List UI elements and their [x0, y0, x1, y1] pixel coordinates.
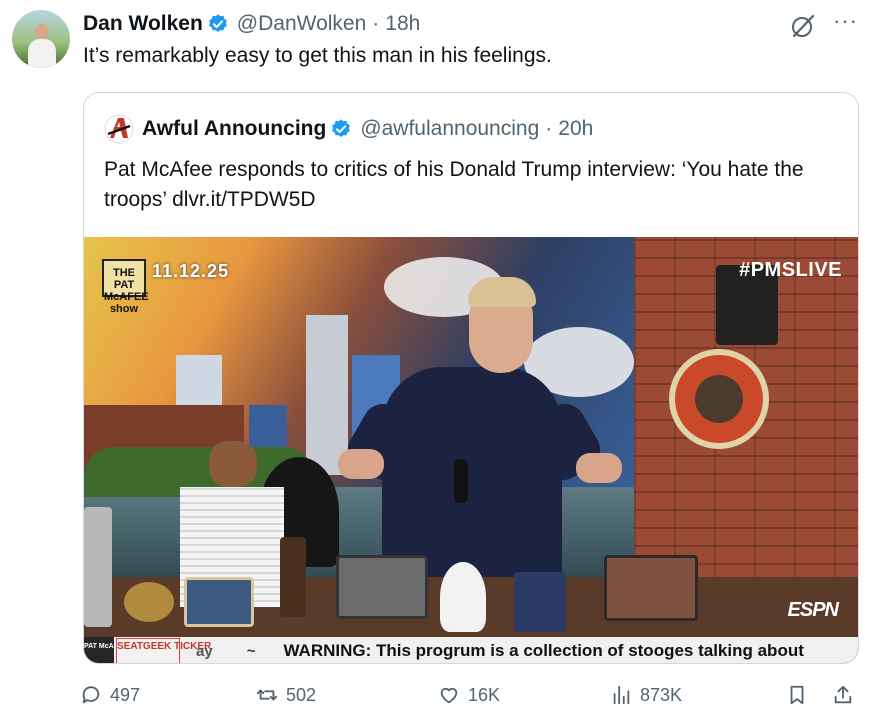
quoted-media-image[interactable]: THE PAT McAFEE show 11.12.25 #PMSLIVE ES… [84, 237, 858, 663]
repost-icon [256, 689, 278, 701]
more-icon[interactable]: ··· [833, 8, 858, 34]
verified-badge-icon [332, 119, 351, 137]
skyscraper [306, 315, 348, 475]
quoted-tweet-text: Pat McAfee responds to critics of his Do… [104, 158, 804, 211]
author-name[interactable]: Dan Wolken [83, 12, 203, 36]
picture-frame [604, 555, 698, 621]
ticker-text: WARNING: This progrum is a collection of… [283, 641, 804, 660]
quoted-tweet-header: Awful Announcing @awfulannouncing · 20h [104, 114, 593, 144]
header-separator: · [372, 12, 380, 35]
reply-icon [82, 686, 100, 704]
bookmark-button[interactable] [786, 680, 816, 710]
share-button[interactable] [832, 680, 862, 710]
like-icon [440, 687, 458, 704]
news-ticker: PAT McAFEE SEATGEEK TICKER ay ~ WARNING:… [84, 637, 858, 663]
views-icon [613, 685, 630, 705]
football [209, 441, 257, 487]
trophy [280, 537, 306, 617]
like-button[interactable]: 16K [438, 680, 500, 710]
author-avatar[interactable] [12, 10, 70, 68]
quoted-timestamp[interactable]: 20h [558, 117, 593, 141]
repost-button[interactable]: 502 [256, 680, 316, 710]
ticker-separator: ~ [246, 642, 256, 660]
repost-count: 502 [286, 684, 317, 705]
ticker-logo: PAT McAFEE [84, 637, 127, 663]
statue [124, 582, 174, 622]
grok-icon[interactable] [790, 13, 816, 39]
microphone [454, 459, 468, 503]
show-hashtag: #PMSLIVE [739, 259, 842, 281]
quoted-header-separator: · [545, 117, 553, 140]
share-icon [834, 685, 852, 704]
avatar-head [35, 24, 49, 39]
tweet-header: Dan Wolken @DanWolken · 18h [83, 10, 420, 38]
reply-count: 497 [110, 684, 141, 705]
author-handle[interactable]: @DanWolken [237, 12, 367, 36]
photo-frame [514, 572, 566, 632]
host-hand [576, 453, 622, 483]
ticker-fragment: ay [196, 642, 213, 660]
quoted-tweet[interactable]: Awful Announcing @awfulannouncing · 20h … [83, 92, 859, 664]
reply-button[interactable]: 497 [80, 680, 140, 710]
picture-frame [336, 555, 428, 619]
avatar-body [28, 39, 56, 68]
hat [695, 375, 743, 423]
network-logo: ESPN [787, 599, 839, 621]
wrestling-mask [440, 562, 486, 632]
trophy [84, 507, 112, 627]
tweet-text: It’s remarkably easy to get this man in … [83, 44, 552, 67]
quoted-author-name[interactable]: Awful Announcing [142, 117, 326, 141]
quoted-author-handle[interactable]: @awfulannouncing [360, 117, 539, 141]
bookmark-icon [790, 685, 804, 705]
ticker-sponsor: SEATGEEK TICKER [116, 638, 211, 663]
show-date: 11.12.25 [152, 261, 230, 281]
like-count: 16K [468, 684, 501, 705]
tweet-timestamp[interactable]: 18h [385, 12, 420, 36]
show-logo: THE PAT McAFEE show [102, 259, 149, 315]
tweet-actions: 497 502 16K 873K [80, 680, 870, 710]
host-hand [338, 449, 384, 479]
round-sign [669, 349, 769, 449]
verified-badge-icon [208, 14, 227, 32]
views-count: 873K [640, 684, 683, 705]
awful-announcing-logo[interactable] [104, 114, 134, 144]
views-button[interactable]: 873K [610, 680, 682, 710]
host-hair [468, 277, 536, 307]
picture-frame [184, 577, 254, 627]
